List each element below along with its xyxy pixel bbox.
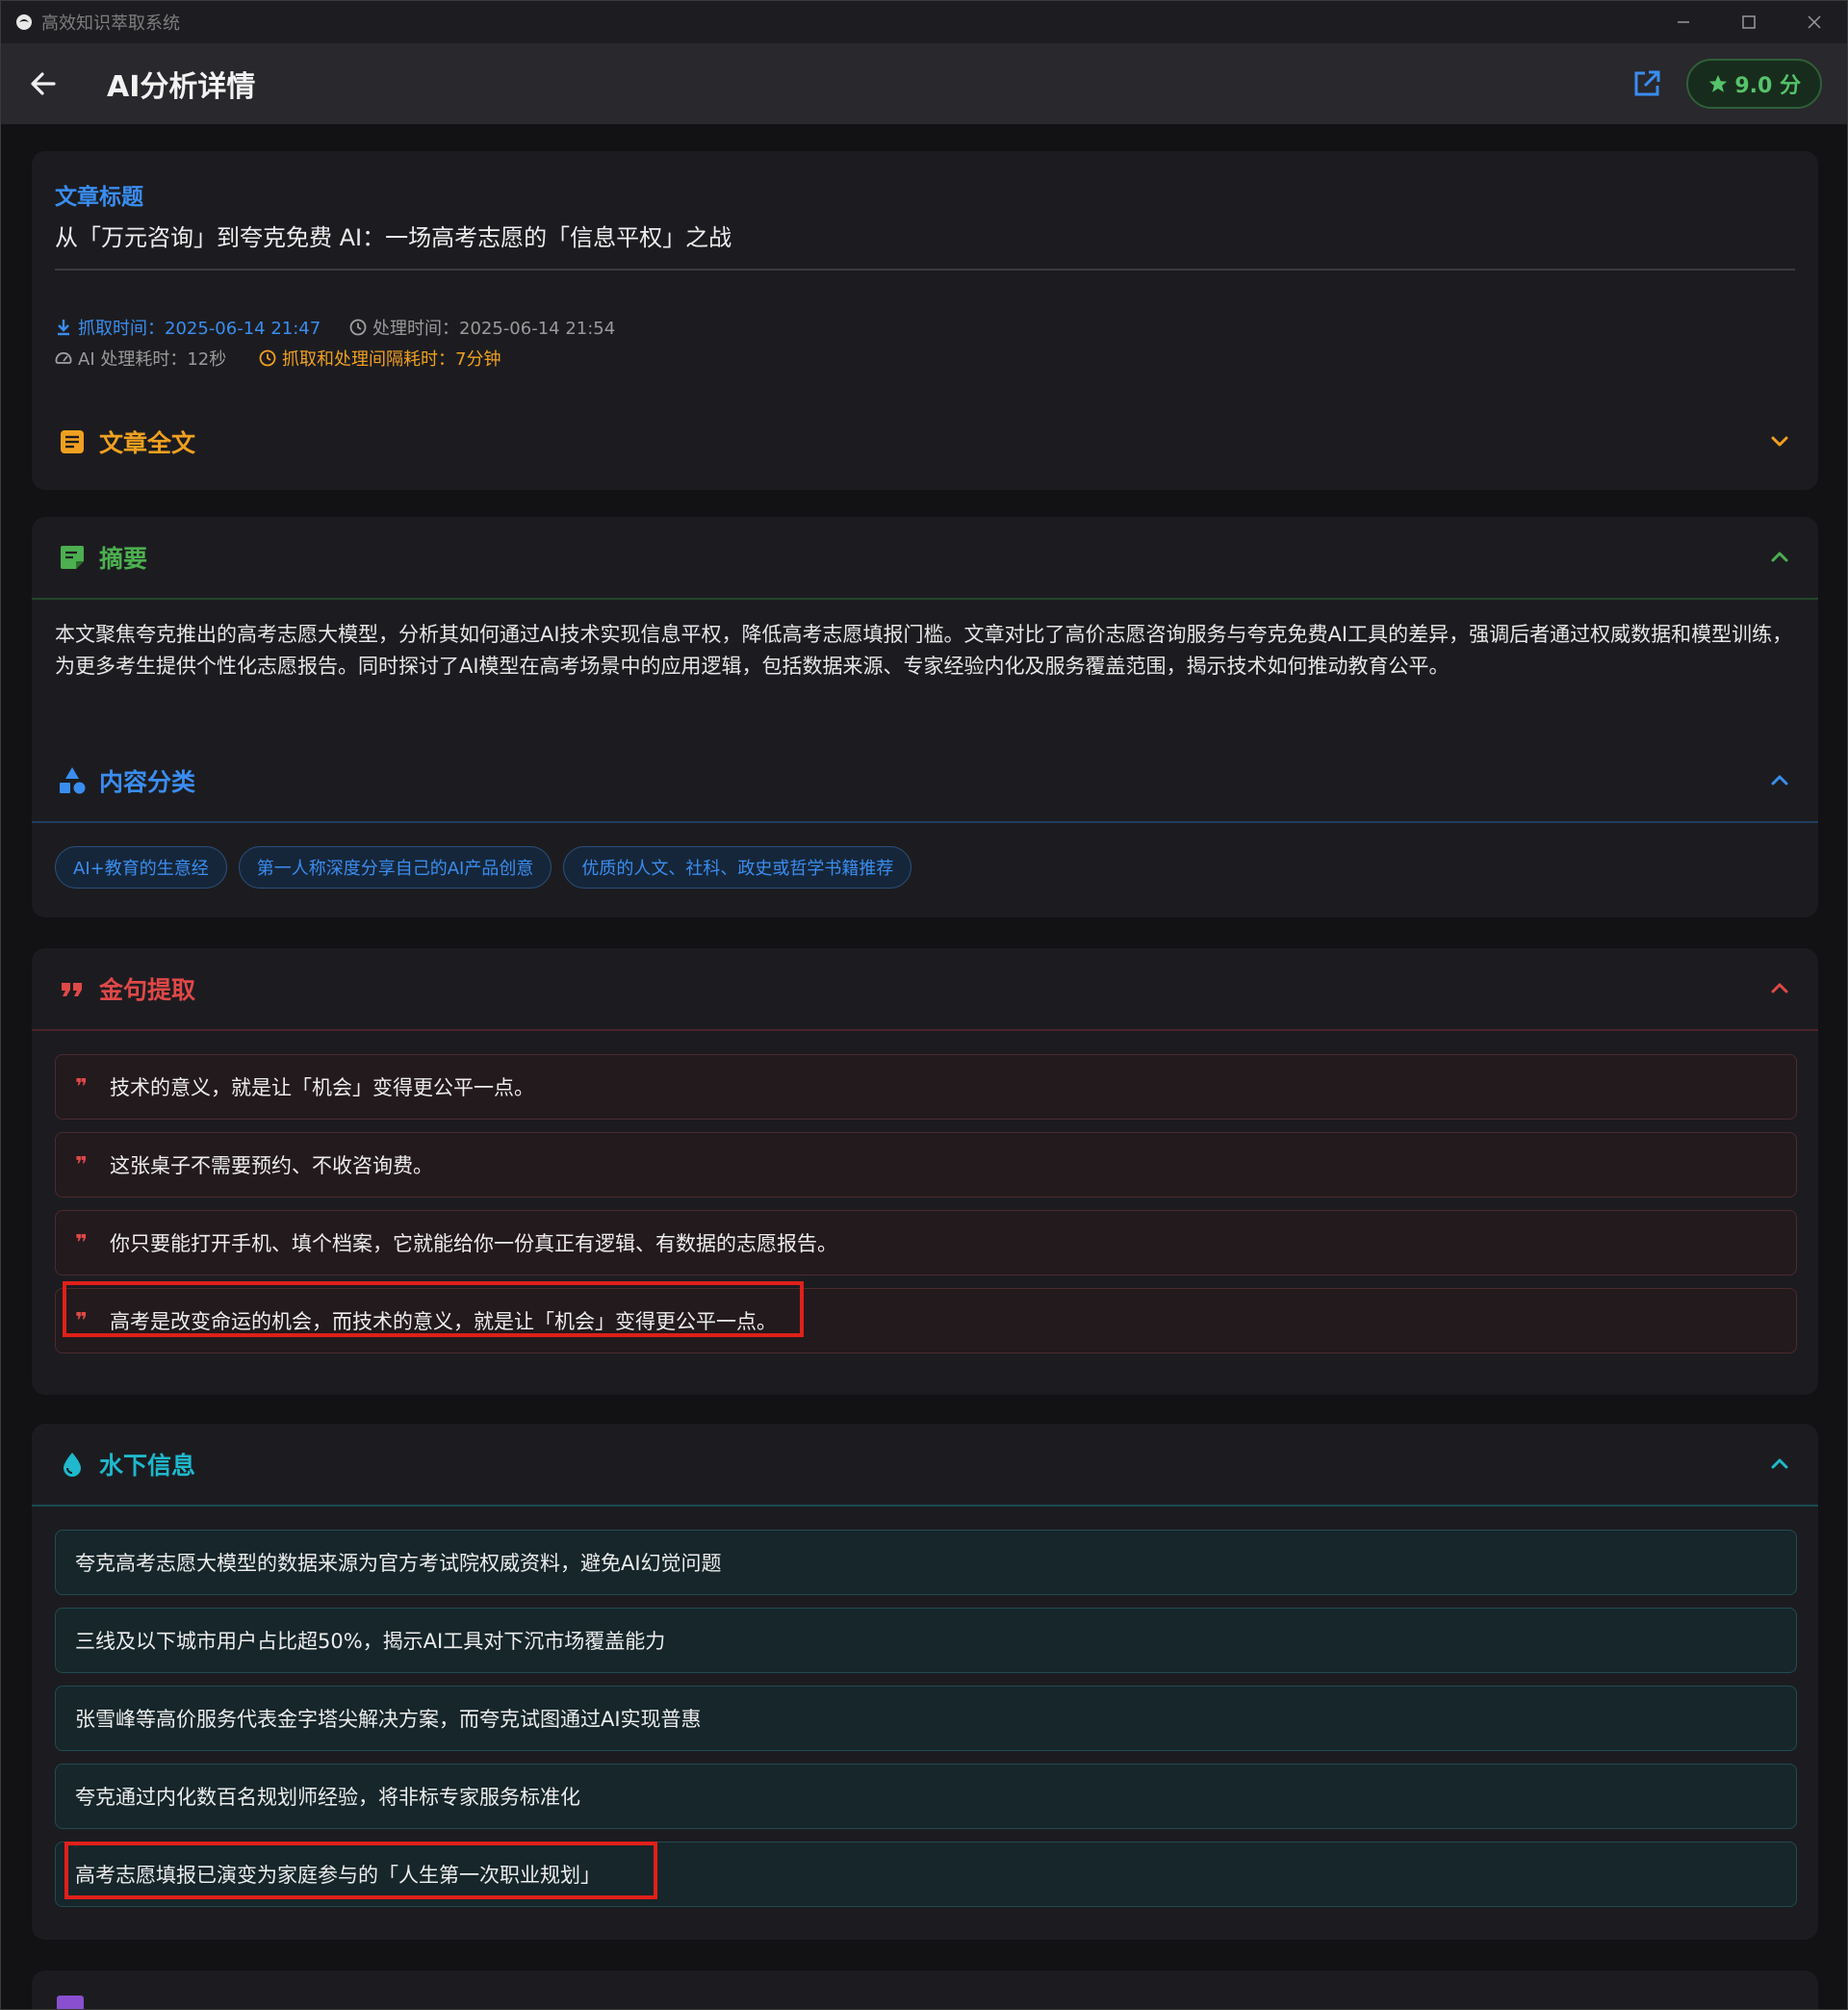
back-button[interactable] [24,64,63,103]
underwater-text: 三线及以下城市用户占比超50%，揭示AI工具对下沉市场覆盖能力 [75,1630,666,1653]
ai-duration: AI 处理耗时：12秒 [55,346,226,371]
underwater-text: 张雪峰等高价服务代表金字塔尖解决方案，而夸克试图通过AI实现普惠 [75,1708,702,1731]
quote-text: 技术的意义，就是让「机会」变得更公平一点。 [110,1076,534,1099]
underwater-item: 高考志愿填报已演变为家庭参与的「人生第一次职业规划」 [55,1842,1797,1907]
category-tag[interactable]: 第一人称深度分享自己的AI产品创意 [238,846,552,889]
underwater-item: 三线及以下城市用户占比超50%，揭示AI工具对下沉市场覆盖能力 [55,1608,1797,1673]
quote-text: 这张桌子不需要预约、不收咨询费。 [110,1154,433,1177]
quote-item: ❞ 这张桌子不需要预约、不收咨询费。 [55,1132,1797,1198]
summary-header[interactable]: 摘要 [32,517,1818,598]
next-section [32,1971,1818,2009]
clock-icon [349,319,367,336]
categories-title: 内容分类 [99,768,196,796]
fulltext-section: 文章全文 [32,401,1818,482]
minimize-icon [1678,21,1689,23]
maximize-button[interactable] [1716,1,1782,43]
fetch-time-text: 抓取时间：2025-06-14 21:47 [78,319,321,339]
close-window-button[interactable] [1782,1,1847,43]
quotes-title: 金句提取 [99,976,196,1004]
underwater-item: 夸克高考志愿大模型的数据来源为官方考试院权威资料，避免AI幻觉问题 [55,1530,1797,1595]
categories-section: 内容分类 AI+教育的生意经 第一人称深度分享自己的AI产品创意 优质的人文、社… [32,740,1818,917]
app-window: 高效知识萃取系统 AI分析详情 9.0 分 文章标题 从「万元咨询」到夸克免费 … [0,0,1848,2010]
category-tag[interactable]: AI+教育的生意经 [55,846,227,889]
quote-icon: ❞ [75,1308,88,1333]
chevron-up-icon[interactable] [1766,975,1793,1002]
divider [32,1505,1818,1507]
underwater-item: 张雪峰等高价服务代表金字塔尖解决方案，而夸克试图通过AI实现普惠 [55,1686,1797,1751]
article-title-label: 文章标题 [55,185,143,210]
interval-time-text: 抓取和处理间隔耗时：7分钟 [282,349,501,370]
quote-text: 你只要能打开手机、填个档案，它就能给你一份真正有逻辑、有数据的志愿报告。 [110,1232,837,1255]
process-time: 处理时间：2025-06-14 21:54 [349,315,615,340]
clock-icon [259,349,276,367]
title-bar: 高效知识萃取系统 [1,1,1847,43]
open-external-button[interactable] [1629,65,1665,102]
quote-icon: ❞ [75,1152,88,1177]
underwater-title: 水下信息 [99,1452,196,1480]
speedometer-icon [55,351,72,364]
score-value: 9.0 分 [1734,74,1801,98]
section-icon [57,1996,84,2009]
star-icon [1709,74,1728,92]
window-controls [1651,1,1847,43]
divider [32,1029,1818,1031]
score-badge: 9.0 分 [1686,59,1822,109]
chevron-up-icon[interactable] [1766,767,1793,794]
underwater-text: 夸克通过内化数百名规划师经验，将非标专家服务标准化 [75,1786,580,1809]
underwater-section: 水下信息 夸克高考志愿大模型的数据来源为官方考试院权威资料，避免AI幻觉问题 三… [32,1424,1818,1940]
interval-time: 抓取和处理间隔耗时：7分钟 [259,346,500,371]
chevron-up-icon[interactable] [1766,1451,1793,1478]
fetch-time: 抓取时间：2025-06-14 21:47 [55,315,321,340]
page-header: AI分析详情 9.0 分 [1,43,1847,124]
app-title: 高效知识萃取系统 [41,13,180,34]
divider [55,269,1795,271]
header-actions: 9.0 分 [1629,59,1822,109]
category-tags: AI+教育的生意经 第一人称深度分享自己的AI产品创意 优质的人文、社科、政史或… [32,823,1818,889]
quote-item: ❞ 技术的意义，就是让「机会」变得更公平一点。 [55,1054,1797,1120]
fulltext-header[interactable]: 文章全文 [32,401,1818,482]
arrow-left-icon [31,72,56,95]
quote-icon: ❞ [75,1230,88,1255]
water-drop-icon [57,1449,88,1480]
page-title: AI分析详情 [107,70,256,104]
quotes-section: 金句提取 ❞ 技术的意义，就是让「机会」变得更公平一点。 ❞ 这张桌子不需要预约… [32,948,1818,1395]
summary-text: 本文聚焦夸克推出的高考志愿大模型，分析其如何通过AI技术实现信息平权，降低高考志… [55,623,1793,678]
note-icon [57,542,88,573]
underwater-text: 夸克高考志愿大模型的数据来源为官方考试院权威资料，避免AI幻觉问题 [75,1552,722,1575]
maximize-icon [1742,15,1756,29]
document-icon [57,426,88,457]
close-icon [1808,15,1821,29]
quote-item: ❞ 你只要能打开手机、填个档案，它就能给你一份真正有逻辑、有数据的志愿报告。 [55,1210,1797,1276]
categories-header[interactable]: 内容分类 [32,740,1818,821]
quote-icon [57,973,88,1004]
underwater-item: 夸克通过内化数百名规划师经验，将非标专家服务标准化 [55,1764,1797,1829]
process-time-text: 处理时间：2025-06-14 21:54 [372,319,616,339]
chevron-down-icon[interactable] [1766,428,1793,455]
download-icon [58,320,69,336]
minimize-button[interactable] [1651,1,1716,43]
category-tag[interactable]: 优质的人文、社科、政史或哲学书籍推荐 [563,846,912,889]
quote-icon: ❞ [75,1074,88,1099]
shapes-icon [57,765,88,796]
quote-text: 高考是改变命运的机会，而技术的意义，就是让「机会」变得更公平一点。 [110,1310,777,1333]
chevron-up-icon[interactable] [1766,544,1793,571]
summary-title: 摘要 [99,545,148,573]
quotes-header[interactable]: 金句提取 [32,948,1818,1029]
underwater-text: 高考志愿填报已演变为家庭参与的「人生第一次职业规划」 [75,1864,601,1887]
article-title: 从「万元咨询」到夸克免费 AI：一场高考志愿的「信息平权」之战 [55,224,732,251]
quote-item: ❞ 高考是改变命运的机会，而技术的意义，就是让「机会」变得更公平一点。 [55,1288,1797,1353]
underwater-header[interactable]: 水下信息 [32,1424,1818,1505]
external-link-icon [1634,70,1660,96]
app-logo-icon [16,14,32,30]
ai-duration-text: AI 处理耗时：12秒 [78,349,227,370]
fulltext-title: 文章全文 [99,429,196,457]
